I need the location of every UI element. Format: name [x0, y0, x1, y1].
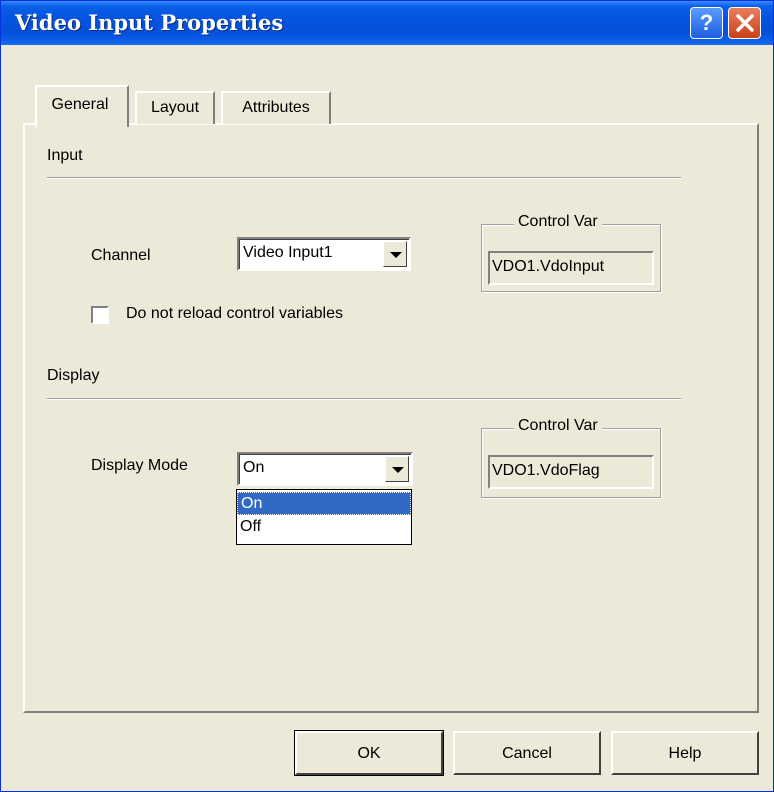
- option-on[interactable]: On: [237, 492, 411, 515]
- chevron-down-icon: [390, 252, 402, 258]
- chevron-down-icon: [392, 467, 404, 473]
- display-mode-dropdown-button[interactable]: [385, 456, 409, 482]
- reload-vars-checkbox[interactable]: [91, 306, 109, 324]
- channel-select[interactable]: Video Input1: [237, 237, 411, 271]
- help-button[interactable]: Help: [611, 731, 759, 775]
- help-title-button[interactable]: ?: [690, 7, 723, 39]
- input-separator: [47, 177, 681, 179]
- control-var-field-input: VDO1.VdoInput: [488, 251, 654, 285]
- display-section-heading: Display: [47, 367, 100, 384]
- display-mode-value: On: [243, 459, 265, 476]
- display-mode-dropdown-list: On Off: [236, 489, 412, 545]
- tab-layout[interactable]: Layout: [135, 91, 215, 124]
- control-var-field-display: VDO1.VdoFlag: [488, 455, 654, 489]
- control-var-title-display: Control Var: [514, 417, 602, 435]
- input-section-heading: Input: [47, 147, 83, 164]
- tab-attributes[interactable]: Attributes: [221, 91, 331, 124]
- cancel-button[interactable]: Cancel: [453, 731, 601, 775]
- channel-dropdown-button[interactable]: [383, 241, 407, 267]
- control-var-title-input: Control Var: [514, 213, 602, 231]
- tab-general[interactable]: General: [35, 85, 129, 127]
- channel-label: Channel: [91, 247, 151, 264]
- tab-panel-general: [23, 123, 759, 713]
- title-bar[interactable]: Video Input Properties ?: [1, 1, 773, 45]
- option-off[interactable]: Off: [237, 516, 411, 539]
- close-icon: [735, 14, 754, 32]
- display-mode-select[interactable]: On: [237, 452, 413, 486]
- display-mode-label: Display Mode: [91, 457, 188, 474]
- window-title: Video Input Properties: [15, 10, 284, 35]
- reload-vars-label[interactable]: Do not reload control variables: [126, 305, 343, 323]
- channel-select-value: Video Input1: [243, 244, 333, 261]
- display-separator: [47, 398, 681, 400]
- dialog-window: Video Input Properties ? General Layout …: [0, 0, 774, 792]
- close-button[interactable]: [728, 7, 761, 39]
- ok-button[interactable]: OK: [294, 730, 444, 776]
